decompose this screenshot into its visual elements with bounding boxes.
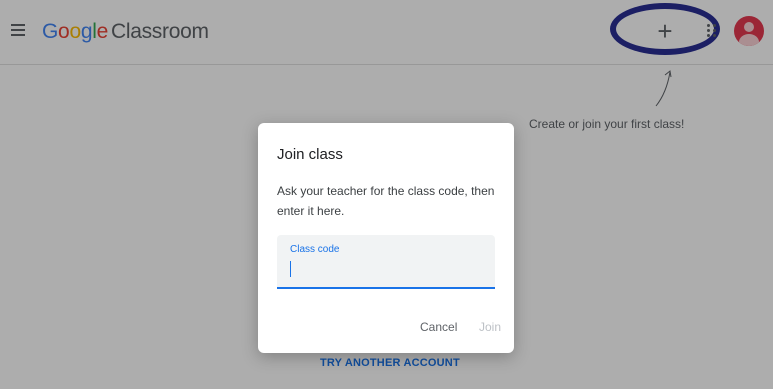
class-code-label: Class code	[290, 244, 340, 255]
cancel-button[interactable]: Cancel	[420, 320, 457, 334]
class-code-input[interactable]	[289, 259, 479, 279]
text-caret	[290, 261, 291, 277]
join-class-dialog: Join class Ask your teacher for the clas…	[258, 123, 514, 353]
join-button[interactable]: Join	[479, 320, 501, 334]
class-code-field[interactable]: Class code	[277, 235, 495, 289]
dialog-title: Join class	[277, 146, 343, 163]
dialog-description: Ask your teacher for the class code, the…	[277, 184, 495, 218]
